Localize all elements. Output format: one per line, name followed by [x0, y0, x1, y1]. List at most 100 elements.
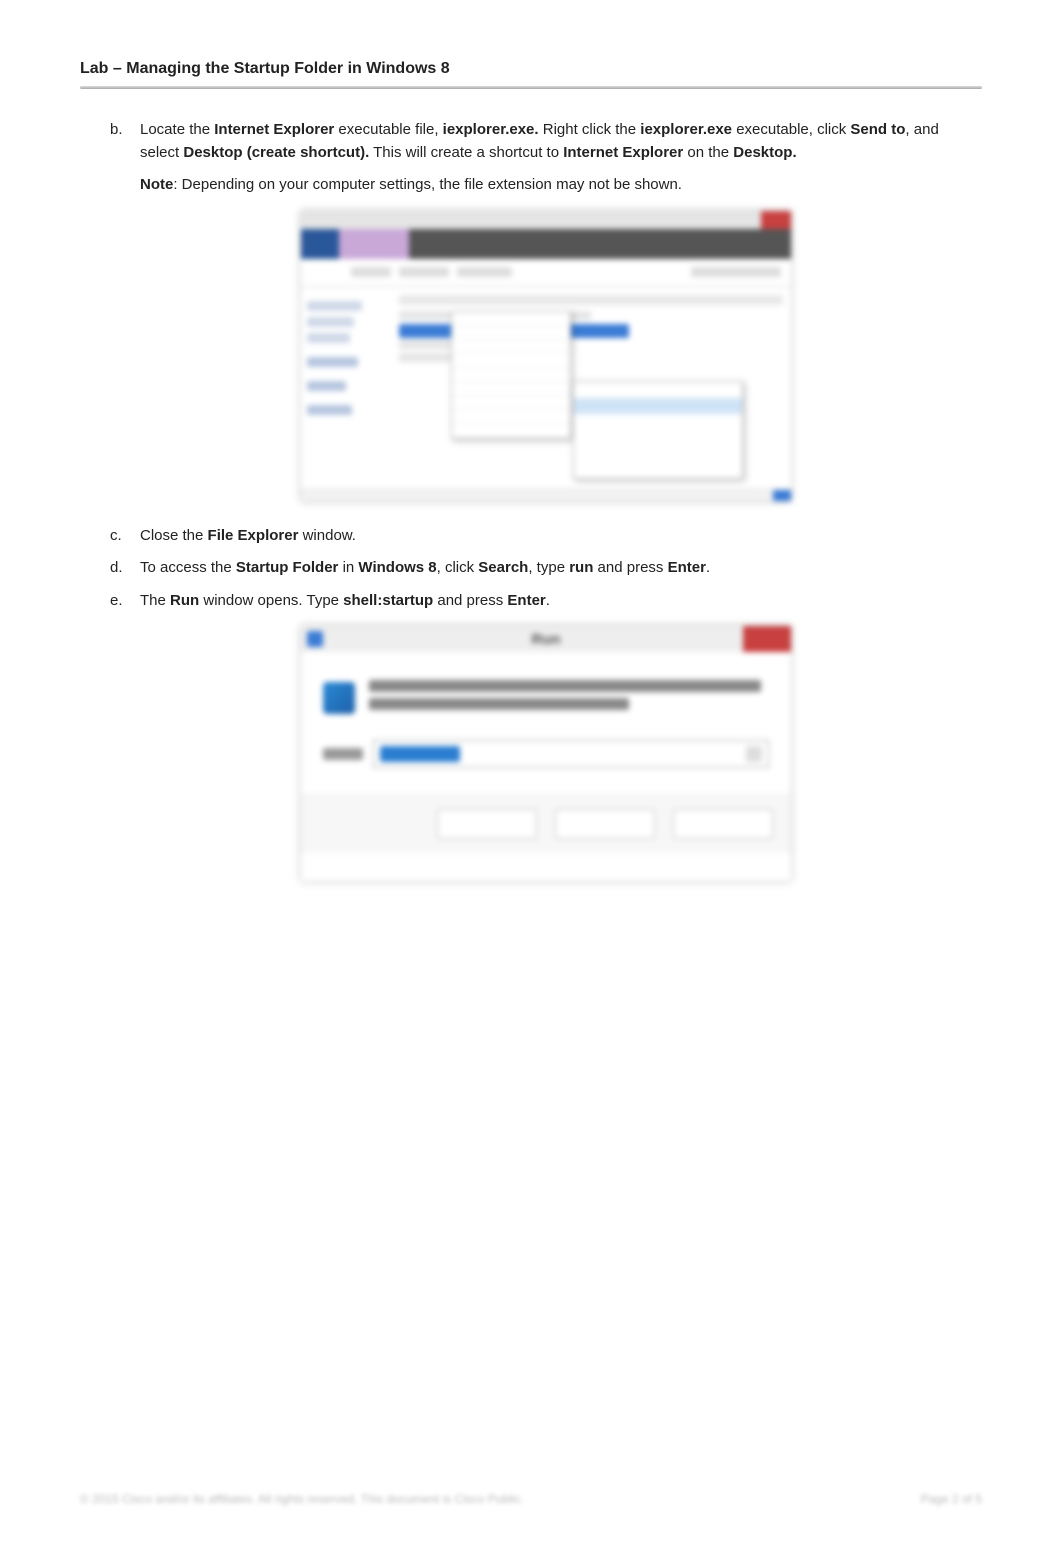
- sidebar-item: [307, 333, 350, 343]
- menu-item: [452, 340, 570, 354]
- text: , type: [528, 559, 569, 576]
- open-label: [323, 748, 363, 760]
- browse-button: [673, 809, 773, 839]
- text-bold: iexplorer.exe.: [443, 121, 539, 138]
- text-bold: Windows 8: [358, 559, 436, 576]
- submenu-item: [574, 414, 742, 430]
- footer-page-number: Page 2 of 5: [921, 1492, 982, 1506]
- text: executable, click: [732, 121, 850, 138]
- document-content: b. Locate the Internet Explorer executab…: [80, 119, 982, 881]
- text: , click: [437, 559, 479, 576]
- run-title: Run: [531, 631, 560, 648]
- page-title: Lab – Managing the Startup Folder in Win…: [80, 60, 982, 86]
- ribbon-file-tab: [301, 229, 339, 259]
- menu-item: [452, 424, 570, 438]
- breadcrumb-segment: [457, 267, 512, 277]
- menu-item: [452, 396, 570, 410]
- breadcrumb-segment: [351, 267, 391, 277]
- text: on the: [683, 144, 733, 161]
- status-bar: [301, 489, 791, 501]
- text-bold: Startup Folder: [236, 559, 339, 576]
- view-toggle-icon: [773, 490, 791, 501]
- paragraph: Close the File Explorer window.: [140, 525, 982, 548]
- text-bold: run: [569, 559, 593, 576]
- text-bold: File Explorer: [208, 527, 299, 544]
- breadcrumb-segment: [399, 267, 449, 277]
- text-bold: Run: [170, 592, 199, 609]
- submenu-item: [574, 446, 742, 462]
- menu-item: [452, 326, 570, 340]
- figure-run-dialog: Run: [301, 626, 791, 881]
- run-input-value: [380, 746, 460, 762]
- submenu-item: [574, 382, 742, 398]
- text: .: [546, 592, 550, 609]
- sendto-submenu: [573, 381, 743, 479]
- run-description: [301, 652, 791, 734]
- text-bold: Enter: [668, 559, 706, 576]
- menu-item: [452, 354, 570, 368]
- text: executable file,: [334, 121, 442, 138]
- ribbon: [301, 229, 791, 259]
- list-marker: d.: [110, 557, 126, 580]
- run-app-icon: [323, 682, 355, 714]
- run-titlebar: Run: [301, 626, 791, 652]
- sidebar-item: [307, 357, 358, 367]
- paragraph: To access the Startup Folder in Windows …: [140, 557, 982, 580]
- text: window opens. Type: [199, 592, 343, 609]
- text-bold: Send to: [850, 121, 905, 138]
- ok-button: [437, 809, 537, 839]
- breadcrumb-bar: [301, 259, 791, 287]
- text: window.: [298, 527, 356, 544]
- note-text: : Depending on your computer settings, t…: [173, 176, 682, 193]
- text: The: [140, 592, 170, 609]
- text-bold: Internet Explorer: [214, 121, 334, 138]
- header-divider: [80, 86, 982, 89]
- sidebar-item: [307, 301, 362, 311]
- text: and press: [433, 592, 507, 609]
- column-headers: [399, 295, 783, 305]
- menu-item: [452, 368, 570, 382]
- menu-item: [452, 312, 570, 326]
- submenu-item: [574, 462, 742, 478]
- list-item-d: d. To access the Startup Folder in Windo…: [110, 557, 982, 580]
- close-icon: [761, 211, 791, 229]
- text-bold: Desktop (create shortcut).: [183, 144, 369, 161]
- note: Note: Depending on your computer setting…: [140, 174, 982, 197]
- menu-item: [452, 382, 570, 396]
- submenu-item: [574, 430, 742, 446]
- text: To access the: [140, 559, 236, 576]
- list-marker: b.: [110, 119, 126, 164]
- run-window-icon: [307, 631, 323, 647]
- text: This will create a shortcut to: [369, 144, 563, 161]
- text-bold: shell:startup: [343, 592, 433, 609]
- text: Right click the: [539, 121, 641, 138]
- text: .: [706, 559, 710, 576]
- menu-item: [452, 410, 570, 424]
- text: Close the: [140, 527, 208, 544]
- ribbon-rest: [409, 229, 791, 259]
- paragraph: Locate the Internet Explorer executable …: [140, 119, 982, 164]
- text: in: [338, 559, 358, 576]
- figure-file-explorer: [301, 211, 791, 501]
- description-line: [369, 680, 761, 692]
- sidebar-item: [307, 405, 352, 415]
- search-box: [691, 267, 781, 277]
- note-label: Note: [140, 176, 173, 193]
- text-bold: Desktop.: [733, 144, 796, 161]
- window-titlebar: [301, 211, 791, 229]
- run-input: [373, 740, 769, 768]
- ribbon-active-tab: [339, 229, 409, 259]
- text: Locate the: [140, 121, 214, 138]
- submenu-item-desktop-shortcut: [574, 398, 742, 414]
- text-bold: iexplorer.exe: [640, 121, 732, 138]
- text: and press: [593, 559, 667, 576]
- run-open-row: [301, 734, 791, 794]
- sidebar-item: [307, 381, 346, 391]
- text-bold: Search: [478, 559, 528, 576]
- list-item-e: e. The Run window opens. Type shell:star…: [110, 590, 982, 613]
- chevron-down-icon: [746, 746, 762, 762]
- close-icon: [743, 626, 791, 652]
- text-bold: Enter: [507, 592, 545, 609]
- cancel-button: [555, 809, 655, 839]
- list-item-c: c. Close the File Explorer window.: [110, 525, 982, 548]
